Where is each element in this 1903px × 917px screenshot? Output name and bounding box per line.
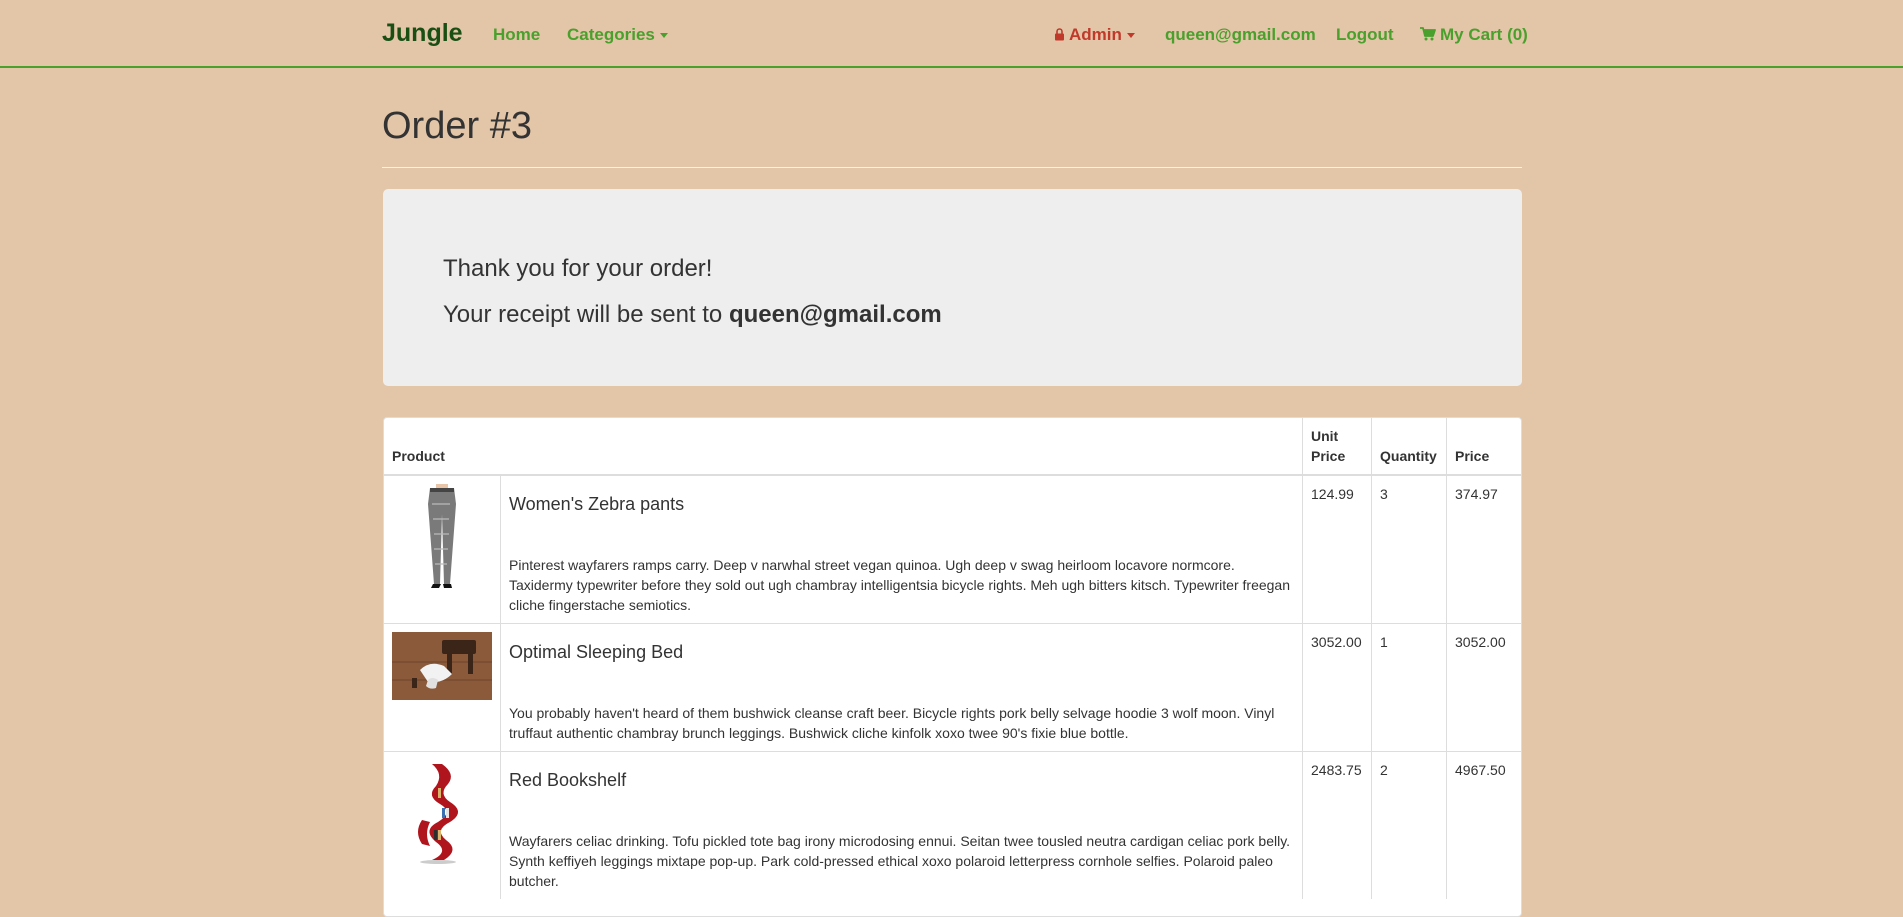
table-row: Red Bookshelf Wayfarers celiac drinking.… (384, 751, 1521, 899)
price-cell: 4967.50 (1446, 751, 1521, 899)
receipt-prefix: Your receipt will be sent to (443, 301, 729, 328)
bookshelf-photo[interactable] (392, 760, 492, 864)
col-header-price: Price (1446, 418, 1521, 476)
title-divider (382, 167, 1522, 168)
product-description: Wayfarers celiac drinking. Tofu pickled … (509, 833, 1291, 889)
product-info-cell: Red Bookshelf Wayfarers celiac drinking.… (500, 751, 1303, 899)
pants-photo[interactable] (392, 484, 492, 588)
nav-cart-link[interactable]: My Cart (0) (1420, 25, 1528, 46)
receipt-email: queen@gmail.com (728, 301, 942, 328)
admin-label: Admin (1069, 25, 1122, 44)
col-header-product: Product (384, 418, 1303, 476)
thanks-message: Thank you for your order! (443, 255, 713, 282)
order-confirmation-panel: Thank you for your order! Your receipt w… (383, 189, 1522, 386)
unit-price-cell: 124.99 (1302, 475, 1372, 624)
nav-admin-dropdown[interactable]: Admin (1054, 25, 1135, 46)
product-image-cell (384, 751, 501, 899)
col-header-quantity: Quantity (1371, 418, 1447, 476)
top-navbar: Jungle Home Categories Admin queen@gmail… (0, 0, 1903, 68)
product-name[interactable]: Women's Zebra pants (509, 494, 1294, 515)
page-title: Order #3 (382, 105, 532, 147)
quantity-cell: 1 (1371, 623, 1447, 752)
cart-icon (1420, 26, 1436, 46)
table-row: Women's Zebra pants Pinterest wayfarers … (384, 475, 1521, 624)
nav-logout-link[interactable]: Logout (1336, 25, 1394, 45)
receipt-message: Your receipt will be sent to queen@gmail… (443, 301, 942, 329)
price-cell: 3052.00 (1446, 623, 1521, 752)
product-name[interactable]: Optimal Sleeping Bed (509, 642, 1294, 663)
product-image-cell (384, 623, 501, 752)
product-description: Pinterest wayfarers ramps carry. Deep v … (509, 557, 1290, 613)
brand-link[interactable]: Jungle (382, 19, 463, 48)
unit-price-cell: 3052.00 (1302, 623, 1372, 752)
price-cell: 374.97 (1446, 475, 1521, 624)
nav-user-email[interactable]: queen@gmail.com (1165, 25, 1316, 45)
order-items-table: Product Unit Price Quantity Price Women'… (383, 417, 1522, 917)
product-image-cell (384, 475, 501, 624)
nav-categories-dropdown[interactable]: Categories (567, 25, 668, 45)
col-header-unit-price: Unit Price (1302, 418, 1372, 476)
product-info-cell: Optimal Sleeping Bed You probably haven'… (500, 623, 1303, 752)
quantity-cell: 3 (1371, 475, 1447, 624)
chevron-down-icon (659, 33, 668, 39)
table-row: Optimal Sleeping Bed You probably haven'… (384, 623, 1521, 752)
product-description: You probably haven't heard of them bushw… (509, 705, 1275, 741)
product-name[interactable]: Red Bookshelf (509, 770, 1294, 791)
bed-photo[interactable] (392, 632, 492, 700)
unit-price-cell: 2483.75 (1302, 751, 1372, 899)
chevron-down-icon (1126, 33, 1135, 39)
table-header-row: Product Unit Price Quantity Price (384, 418, 1521, 476)
categories-label: Categories (567, 25, 655, 44)
quantity-cell: 2 (1371, 751, 1447, 899)
product-info-cell: Women's Zebra pants Pinterest wayfarers … (500, 475, 1303, 624)
lock-icon (1054, 26, 1065, 46)
nav-home-link[interactable]: Home (493, 25, 540, 45)
cart-label: My Cart (0) (1440, 25, 1528, 44)
